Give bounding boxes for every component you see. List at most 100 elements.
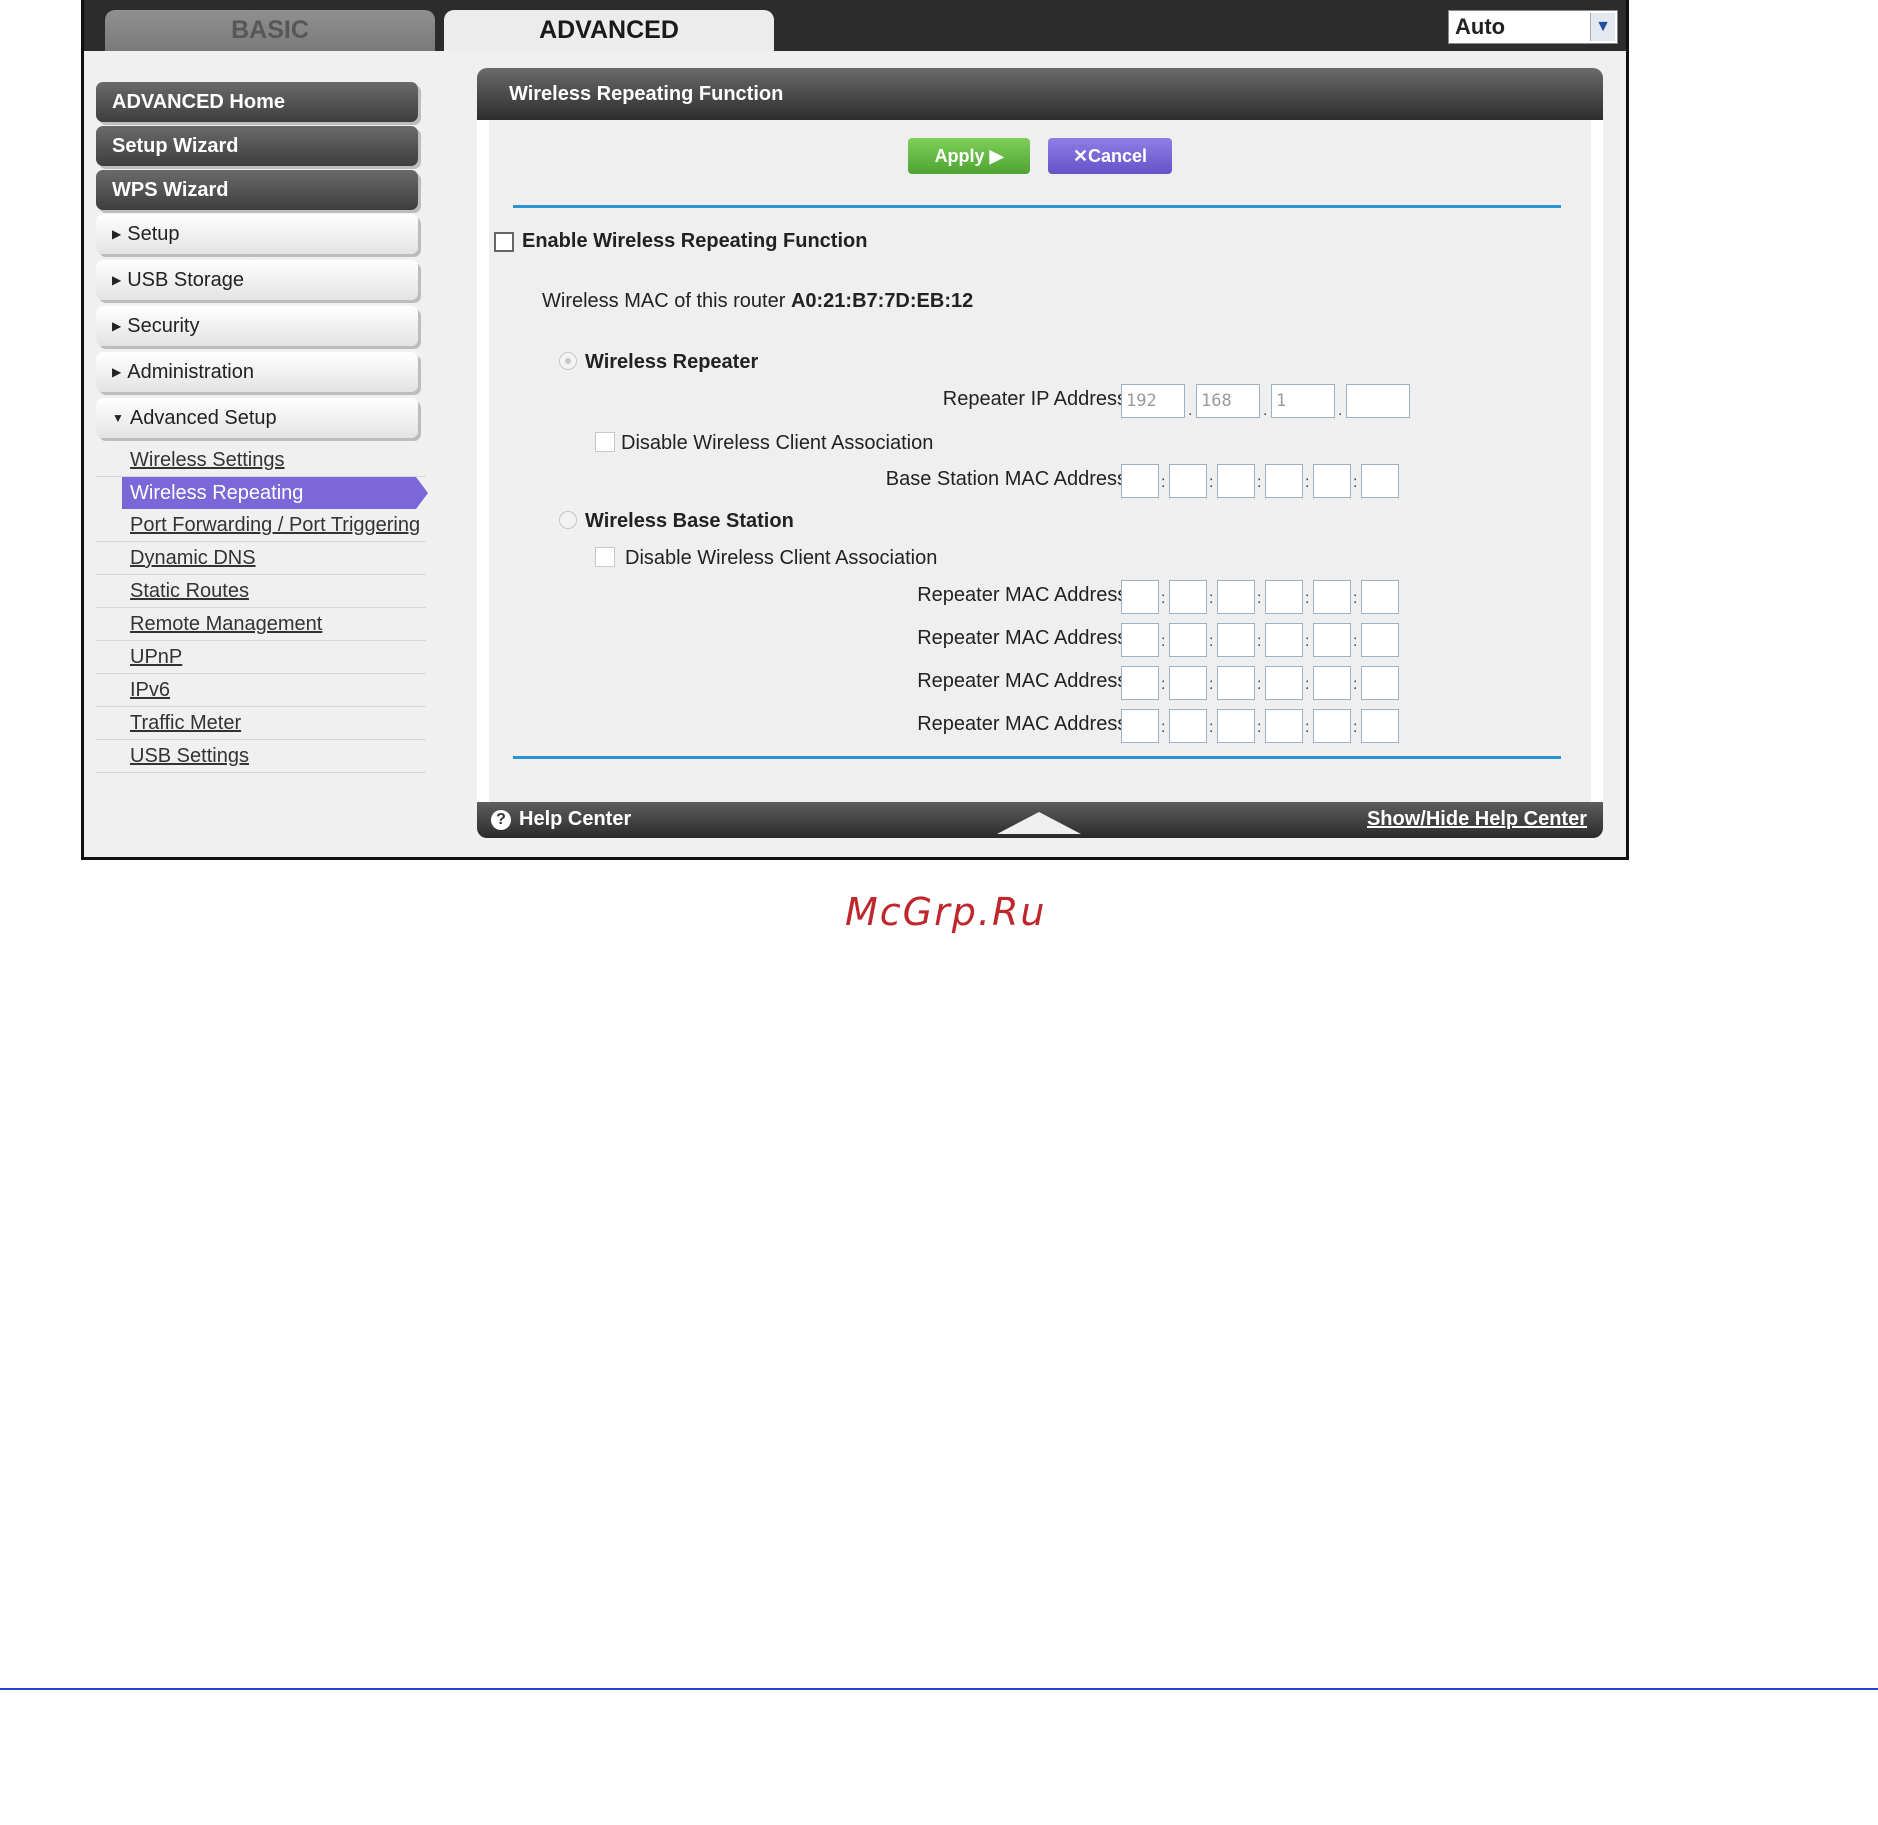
top-bar: BASIC ADVANCED Auto ▼: [84, 0, 1626, 51]
repeater-mac-label-4: Repeater MAC Address 4: [917, 713, 1144, 735]
mac-separator: :: [1161, 474, 1166, 491]
mac-separator: :: [1257, 474, 1262, 491]
sidebar-item-usb-settings[interactable]: USB Settings: [96, 740, 426, 773]
mac-octet-field[interactable]: [1265, 623, 1303, 657]
sidebar-item-upnp[interactable]: UPnP: [96, 641, 426, 674]
ip-separator: .: [1263, 402, 1268, 419]
mac-octet-field[interactable]: [1265, 709, 1303, 743]
sidebar-section-setup[interactable]: ▶ Setup: [96, 214, 418, 254]
mac-octet-field[interactable]: [1169, 709, 1207, 743]
mac-octet-field[interactable]: [1217, 666, 1255, 700]
mac-octet-field[interactable]: [1361, 709, 1399, 743]
repeater-ip-octet-3[interactable]: 1: [1271, 384, 1335, 418]
triangle-right-icon: ▶: [112, 319, 122, 333]
apply-button[interactable]: Apply ▶: [908, 138, 1030, 174]
action-buttons: Apply ▶ ✕Cancel: [489, 138, 1591, 174]
sidebar-section-administration[interactable]: ▶ Administration: [96, 352, 418, 392]
mac-octet-field[interactable]: [1169, 464, 1207, 498]
sidebar-section-label: Administration: [127, 360, 254, 383]
sidebar-item-ipv6[interactable]: IPv6: [96, 674, 426, 707]
mac-octet-field[interactable]: [1121, 623, 1159, 657]
mac-separator: :: [1161, 719, 1166, 736]
mac-octet-field[interactable]: [1265, 666, 1303, 700]
mac-separator: :: [1209, 719, 1214, 736]
wireless-repeater-radio[interactable]: [559, 352, 577, 370]
mac-separator: :: [1353, 474, 1358, 491]
mac-octet-field[interactable]: [1313, 623, 1351, 657]
mac-octet-field[interactable]: [1265, 464, 1303, 498]
sidebar-wps-wizard[interactable]: WPS Wizard: [96, 170, 418, 210]
repeater-mac-label-2: Repeater MAC Address 2: [917, 627, 1144, 649]
help-icon[interactable]: ?: [491, 810, 511, 830]
panel-body: Apply ▶ ✕Cancel Enable Wireless Repeatin…: [489, 120, 1591, 802]
mac-separator: :: [1257, 676, 1262, 693]
mac-octet-field[interactable]: [1217, 623, 1255, 657]
mac-octet-field[interactable]: [1361, 580, 1399, 614]
enable-repeating-row: Enable Wireless Repeating Function: [494, 230, 867, 253]
mac-octet-field[interactable]: [1217, 709, 1255, 743]
mac-octet-field[interactable]: [1361, 623, 1399, 657]
sidebar-section-label: USB Storage: [127, 268, 244, 291]
sidebar-item-dynamic-dns[interactable]: Dynamic DNS: [96, 542, 426, 575]
mac-separator: :: [1209, 474, 1214, 491]
mac-octet-field[interactable]: [1169, 666, 1207, 700]
sidebar-item-wireless-settings[interactable]: Wireless Settings: [96, 444, 426, 477]
expand-arrow-icon[interactable]: [997, 812, 1081, 834]
sidebar-section-security[interactable]: ▶ Security: [96, 306, 418, 346]
sidebar-item-port-forwarding[interactable]: Port Forwarding / Port Triggering: [96, 509, 426, 542]
repeater-disable-assoc-row: Disable Wireless Client Association: [595, 432, 933, 455]
sidebar-item-traffic-meter[interactable]: Traffic Meter: [96, 707, 426, 740]
sidebar-setup-wizard[interactable]: Setup Wizard: [96, 126, 418, 166]
wireless-base-station-radio[interactable]: [559, 511, 577, 529]
mac-octet-field[interactable]: [1169, 623, 1207, 657]
divider-bottom: [513, 756, 1561, 759]
tab-basic[interactable]: BASIC: [105, 10, 435, 51]
mac-octet-field[interactable]: [1169, 580, 1207, 614]
enable-repeating-label: Enable Wireless Repeating Function: [522, 230, 868, 252]
sidebar-item-wireless-repeating[interactable]: Wireless Repeating: [122, 477, 428, 509]
repeater-ip-octet-2[interactable]: 168: [1196, 384, 1260, 418]
sidebar-section-label: Advanced Setup: [129, 406, 277, 429]
mac-separator: :: [1161, 590, 1166, 607]
mac-separator: :: [1353, 719, 1358, 736]
mac-octet-field[interactable]: [1121, 666, 1159, 700]
language-select[interactable]: Auto ▼: [1448, 10, 1618, 44]
mac-separator: :: [1257, 633, 1262, 650]
advanced-setup-submenu: Wireless Settings Wireless Repeating Por…: [96, 444, 428, 773]
mac-separator: :: [1353, 633, 1358, 650]
mac-separator: :: [1305, 590, 1310, 607]
repeater-ip-octet-1[interactable]: 192: [1121, 384, 1185, 418]
base-disable-assoc-checkbox[interactable]: [595, 547, 615, 567]
mac-octet-field[interactable]: [1361, 666, 1399, 700]
mac-octet-field[interactable]: [1121, 580, 1159, 614]
chevron-down-icon[interactable]: ▼: [1590, 13, 1615, 41]
mac-octet-field[interactable]: [1265, 580, 1303, 614]
sidebar-section-advanced-setup[interactable]: ▼ Advanced Setup: [96, 398, 418, 438]
disable-assoc-label: Disable Wireless Client Association: [625, 547, 938, 569]
mac-octet-field[interactable]: [1313, 666, 1351, 700]
show-hide-help-link[interactable]: Show/Hide Help Center: [1367, 808, 1587, 831]
triangle-right-icon: ▶: [112, 227, 122, 241]
enable-repeating-checkbox[interactable]: [494, 231, 514, 252]
sidebar-section-label: Security: [127, 314, 200, 337]
sidebar-item-remote-management[interactable]: Remote Management: [96, 608, 426, 641]
sidebar-advanced-home[interactable]: ADVANCED Home: [96, 82, 418, 122]
tab-advanced[interactable]: ADVANCED: [444, 10, 774, 51]
cancel-button[interactable]: ✕Cancel: [1048, 138, 1172, 174]
repeater-ip-octet-4[interactable]: [1346, 384, 1410, 418]
help-center-label[interactable]: Help Center: [519, 808, 631, 831]
sidebar-section-usb-storage[interactable]: ▶ USB Storage: [96, 260, 418, 300]
mac-octet-field[interactable]: [1361, 464, 1399, 498]
mac-octet-field[interactable]: [1217, 580, 1255, 614]
mac-octet-field[interactable]: [1121, 464, 1159, 498]
mac-octet-field[interactable]: [1313, 464, 1351, 498]
mac-octet-field[interactable]: [1313, 709, 1351, 743]
mac-octet-field[interactable]: [1217, 464, 1255, 498]
mac-octet-field[interactable]: [1313, 580, 1351, 614]
help-center-bar: ? Help Center Show/Hide Help Center: [477, 802, 1603, 838]
mac-octet-field[interactable]: [1121, 709, 1159, 743]
mac-separator: :: [1209, 590, 1214, 607]
sidebar-item-static-routes[interactable]: Static Routes: [96, 575, 426, 608]
mac-separator: :: [1257, 719, 1262, 736]
repeater-disable-assoc-checkbox[interactable]: [595, 432, 615, 452]
